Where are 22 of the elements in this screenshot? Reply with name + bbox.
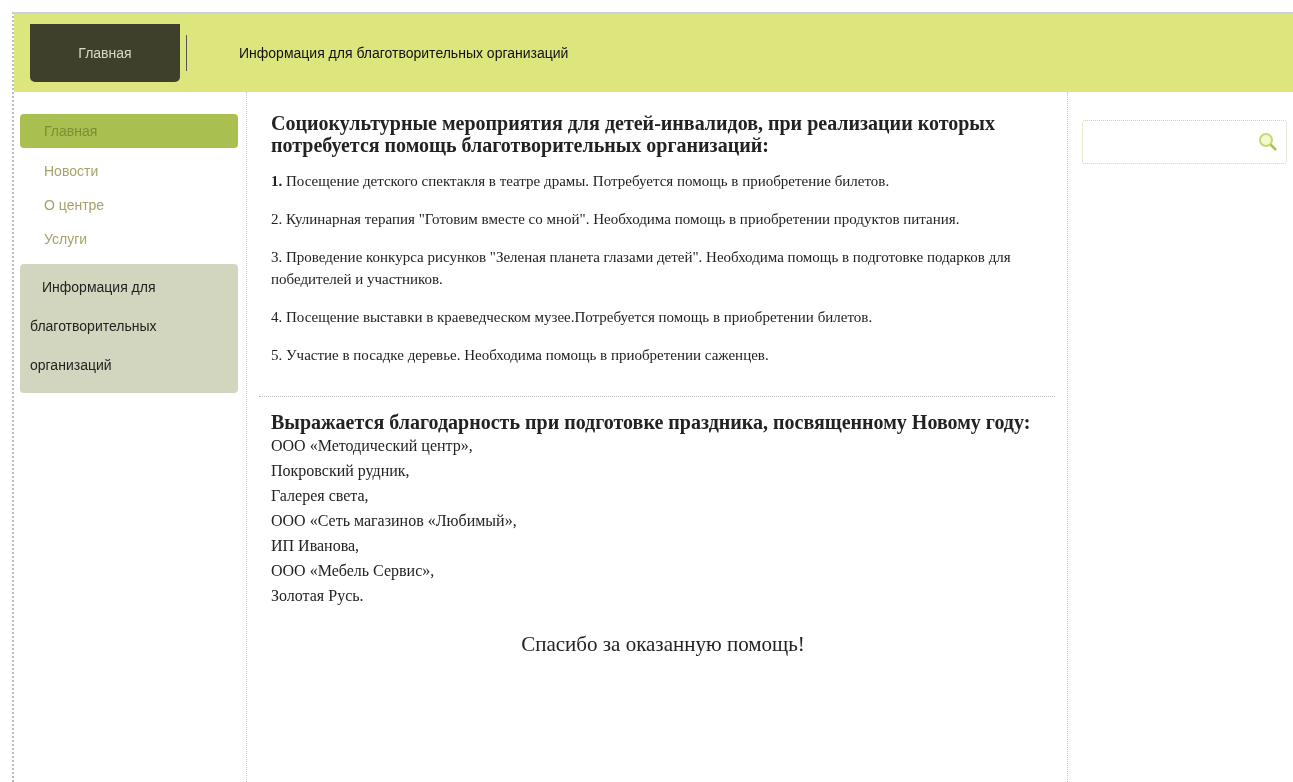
section-heading: Социокультурные мероприятия для детей-инвалидов, при реализации которых потребуется помощь благотворительных организаций:: [271, 112, 996, 156]
nav-tab[interactable]: Главная: [30, 24, 180, 82]
sidebar-item[interactable]: Новости: [20, 154, 238, 188]
list-item: 4. Посещение выставки в краеведческом музее.Потребуется помощь в приобретении билетов.: [271, 308, 874, 327]
section-heading: Выражается благодарность при подготовке праздника, посвященному Новому году:: [271, 411, 1032, 433]
sidebar-item[interactable]: О центре: [20, 188, 238, 222]
list-item: 2. Кулинарная терапия "Готовим вместе со мной". Необходима помощь в приобретении продуктов питания.: [271, 210, 961, 229]
nav-tab[interactable]: Информация для благотворительных организаций: [187, 24, 621, 82]
search-icon[interactable]: [1258, 132, 1278, 152]
thanks-text: Спасибо за оказанную помощь!: [521, 632, 805, 656]
sponsor-name: Золотая Русь.: [271, 587, 364, 604]
sponsor-name: ООО «Сеть магазинов «Любимый»,: [271, 512, 517, 529]
sidebar-item[interactable]: Услуги: [20, 222, 238, 256]
sponsor-name: ООО «Методический центр»,: [271, 437, 473, 454]
sponsor-name: Галерея света,: [271, 487, 369, 504]
list-item: 5. Участие в посадке деревье. Необходима помощь в приобретении саженцев.: [271, 346, 770, 365]
sponsor-name: ИП Иванова,: [271, 537, 360, 554]
sponsor-name: ООО «Мебель Сервис»,: [271, 562, 435, 579]
list-item: 3. Проведение конкурса рисунков "Зеленая планета глазами детей". Необходима помощь в подготовке подарков для победителей и участников.: [271, 248, 1012, 289]
sponsor-name: Покровский рудник,: [271, 462, 410, 479]
list-item: 1. Посещение детского спектакля в театре драмы. Потребуется помощь в приобретение билетов.: [271, 172, 891, 191]
sidebar-item[interactable]: Информация для благотворительных организаций: [20, 264, 238, 393]
